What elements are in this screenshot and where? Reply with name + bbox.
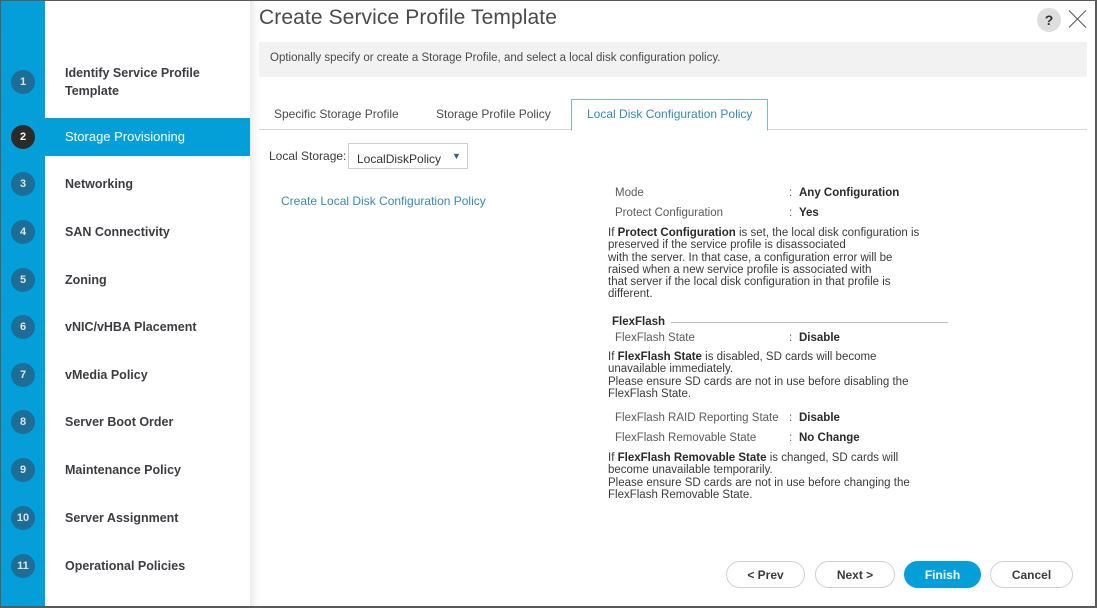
step-label: vMedia Policy — [65, 368, 148, 382]
step-number: 1 — [11, 70, 35, 94]
protect-configuration-label: Protect Configuration — [615, 207, 724, 219]
local-storage-value: LocalDiskPolicy — [357, 152, 442, 166]
step-label: vNIC/vHBA Placement — [65, 320, 197, 334]
step-storage-provisioning[interactable]: 2 Storage Provisioning — [11, 118, 250, 156]
step-number: 11 — [11, 554, 35, 578]
step-number: 5 — [11, 268, 35, 292]
note-text: that server if the local disk configurat… — [608, 276, 891, 289]
separator: : — [789, 432, 793, 444]
step-zoning[interactable]: 5 Zoning — [11, 263, 250, 297]
flexflash-state-label: FlexFlash State — [615, 332, 695, 344]
separator: : — [789, 187, 793, 199]
step-networking[interactable]: 3 Networking — [11, 167, 250, 201]
step-label: Zoning — [65, 273, 107, 287]
step-label: Storage Provisioning — [65, 129, 185, 144]
step-san-connectivity[interactable]: 4 SAN Connectivity — [11, 215, 250, 249]
step-label: Operational Policies — [65, 559, 186, 573]
note-bold: Protect Configuration — [617, 227, 736, 239]
finish-button[interactable]: Finish — [904, 561, 981, 588]
separator: : — [789, 207, 793, 219]
step-label: Networking — [65, 177, 134, 191]
step-number: 10 — [11, 506, 35, 530]
step-label: Maintenance Policy — [65, 463, 182, 477]
local-storage-select[interactable]: LocalDiskPolicy ▼ — [348, 143, 468, 169]
note-text: If — [608, 227, 618, 239]
note-bold: FlexFlash State — [617, 351, 702, 363]
tab-storage-profile-policy[interactable]: Storage Profile Policy — [436, 99, 551, 130]
separator: : — [789, 332, 793, 344]
note-text: FlexFlash State. — [608, 387, 692, 400]
tab-specific-storage-profile[interactable]: Specific Storage Profile — [274, 99, 399, 130]
step-server-assignment[interactable]: 10 Server Assignment — [11, 501, 250, 535]
note-text: unavailable immediately. — [608, 363, 734, 376]
step-label: SAN Connectivity — [65, 225, 170, 239]
note-text: become unavailable temporarily. — [608, 464, 773, 477]
prev-button[interactable]: < Prev — [726, 561, 805, 588]
note-text: Please ensure SD cards are not in use be… — [608, 375, 909, 388]
local-storage-label: Local Storage: — [269, 149, 347, 163]
flexflash-removable-state-value: No Change — [799, 432, 860, 444]
step-vmedia-policy[interactable]: 7 vMedia Policy — [11, 358, 250, 392]
flexflash-section-title: FlexFlash — [612, 316, 672, 328]
close-icon[interactable] — [1068, 9, 1088, 29]
note-bold: FlexFlash Removable State — [617, 452, 767, 464]
step-description: Optionally specify or create a Storage P… — [259, 42, 1087, 77]
step-server-boot-order[interactable]: 8 Server Boot Order — [11, 405, 250, 439]
step-number: 2 — [11, 125, 35, 149]
cancel-button[interactable]: Cancel — [990, 561, 1073, 588]
dropdown-arrow-icon: ▼ — [452, 151, 461, 161]
flexflash-removable-note: If FlexFlash Removable State is changed,… — [608, 452, 953, 501]
step-operational-policies[interactable]: 11 Operational Policies — [11, 549, 250, 583]
help-icon[interactable]: ? — [1037, 8, 1061, 32]
next-button[interactable]: Next > — [815, 561, 895, 588]
mode-value: Any Configuration — [799, 187, 900, 199]
step-identify-service-profile-template[interactable]: 1 Identify Service Profile Template — [11, 63, 250, 101]
flexflash-section: FlexFlash — [612, 316, 948, 330]
create-local-disk-policy-link[interactable]: Create Local Disk Configuration Policy — [281, 194, 486, 208]
note-text: different. — [608, 288, 653, 301]
step-number: 9 — [11, 458, 35, 482]
flexflash-raid-reporting-value: Disable — [799, 412, 840, 424]
note-text: is changed, SD cards will — [766, 452, 899, 464]
note-text: raised when a new service profile is ass… — [608, 263, 872, 276]
flexflash-state-note: If FlexFlash State is disabled, SD cards… — [608, 351, 953, 400]
flexflash-removable-state-label: FlexFlash Removable State — [615, 432, 757, 444]
tab-local-disk-configuration-policy[interactable]: Local Disk Configuration Policy — [571, 99, 769, 131]
step-label: Server Assignment — [65, 511, 179, 525]
wizard-steps: 1 Identify Service Profile Template 2 St… — [11, 1, 250, 606]
step-number: 3 — [11, 172, 35, 196]
note-text: is disabled, SD cards will become — [701, 351, 877, 363]
sidebar-shadow — [250, 1, 260, 606]
step-number: 7 — [11, 363, 35, 387]
step-number: 6 — [11, 315, 35, 339]
flexflash-raid-reporting-label: FlexFlash RAID Reporting State — [615, 412, 779, 424]
note-text: is set, the local disk configuration is — [735, 227, 920, 239]
storage-tabs: Specific Storage Profile Storage Profile… — [259, 99, 1087, 131]
separator: : — [789, 412, 793, 424]
step-number: 4 — [11, 220, 35, 244]
note-text: If — [608, 452, 618, 464]
step-label: Server Boot Order — [65, 415, 174, 429]
note-text: preserved if the service profile is disa… — [608, 239, 846, 252]
protect-configuration-note: If Protect Configuration is set, the loc… — [608, 227, 953, 301]
step-maintenance-policy[interactable]: 9 Maintenance Policy — [11, 453, 250, 487]
note-text: If — [608, 351, 618, 363]
step-number: 8 — [11, 410, 35, 434]
protect-configuration-value: Yes — [799, 207, 819, 219]
step-vnic-vhba-placement[interactable]: 6 vNIC/vHBA Placement — [11, 310, 250, 344]
step-label: Identify Service Profile Template — [65, 66, 200, 98]
mode-label: Mode — [615, 187, 644, 199]
note-text: Please ensure SD cards are not in use be… — [608, 476, 910, 489]
dialog-title: Create Service Profile Template — [259, 6, 558, 29]
note-text: FlexFlash Removable State. — [608, 488, 753, 501]
note-text: with the server. In that case, a configu… — [608, 251, 893, 264]
flexflash-state-value: Disable — [799, 332, 840, 344]
